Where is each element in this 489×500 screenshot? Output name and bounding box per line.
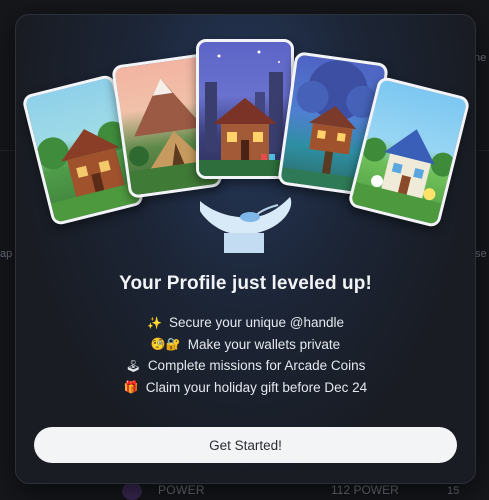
feature-text: Secure your unique @handle — [168, 315, 345, 331]
feature-text: Make your wallets private — [187, 336, 341, 352]
background-text-fragment: 15 — [447, 485, 460, 497]
background-text-fragment: se — [475, 248, 487, 260]
sparkles-icon: ✨ — [146, 315, 162, 330]
feature-item: 🧐🔐 Make your wallets private — [16, 334, 475, 356]
feature-item: 🕹 Complete missions for Arcade Coins — [16, 355, 475, 377]
lock-icon: 🧐🔐 — [150, 337, 181, 352]
feature-text: Claim your holiday gift before Dec 24 — [145, 379, 368, 395]
background-text-fragment: POWER — [158, 483, 205, 497]
gift-icon: 🎁 — [123, 380, 139, 395]
open-hand-icon — [200, 197, 292, 253]
get-started-button[interactable]: Get Started! — [34, 427, 457, 463]
feature-item: ✨ Secure your unique @handle — [16, 312, 475, 334]
night-house-card-illustration — [196, 39, 294, 179]
feature-text: Complete missions for Arcade Coins — [147, 358, 366, 374]
illustration-cards — [16, 15, 475, 255]
onboarding-modal: Your Profile just leveled up! ✨ Secure y… — [15, 14, 476, 484]
joystick-icon: 🕹 — [125, 358, 141, 373]
avatar — [122, 482, 142, 500]
background-text-fragment: 112 POWER — [331, 483, 399, 497]
feature-item: 🎁 Claim your holiday gift before Dec 24 — [16, 377, 475, 399]
feature-list: ✨ Secure your unique @handle 🧐🔐 Make you… — [16, 312, 475, 398]
background-text-fragment: ap — [0, 248, 13, 260]
modal-title: Your Profile just leveled up! — [119, 273, 372, 294]
